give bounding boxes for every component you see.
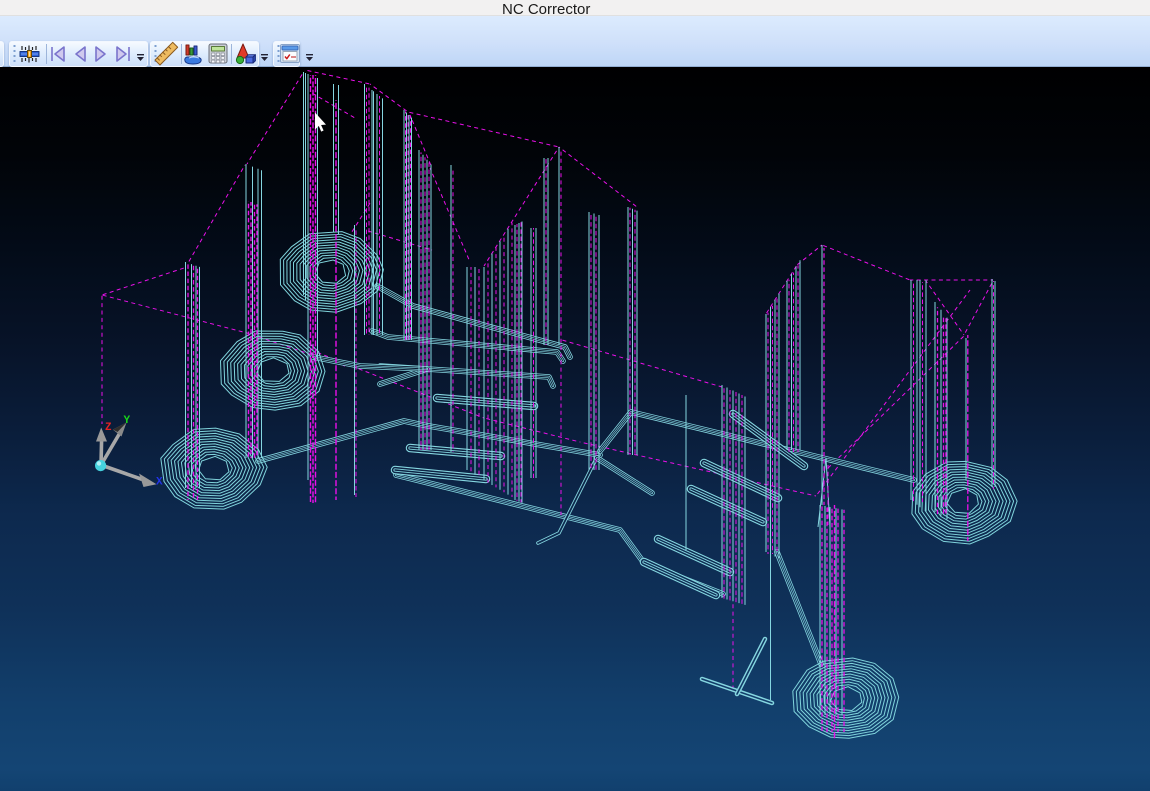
svg-text:Z: Z bbox=[105, 422, 112, 434]
svg-text:Y: Y bbox=[124, 415, 131, 427]
svg-text:X: X bbox=[156, 477, 163, 489]
